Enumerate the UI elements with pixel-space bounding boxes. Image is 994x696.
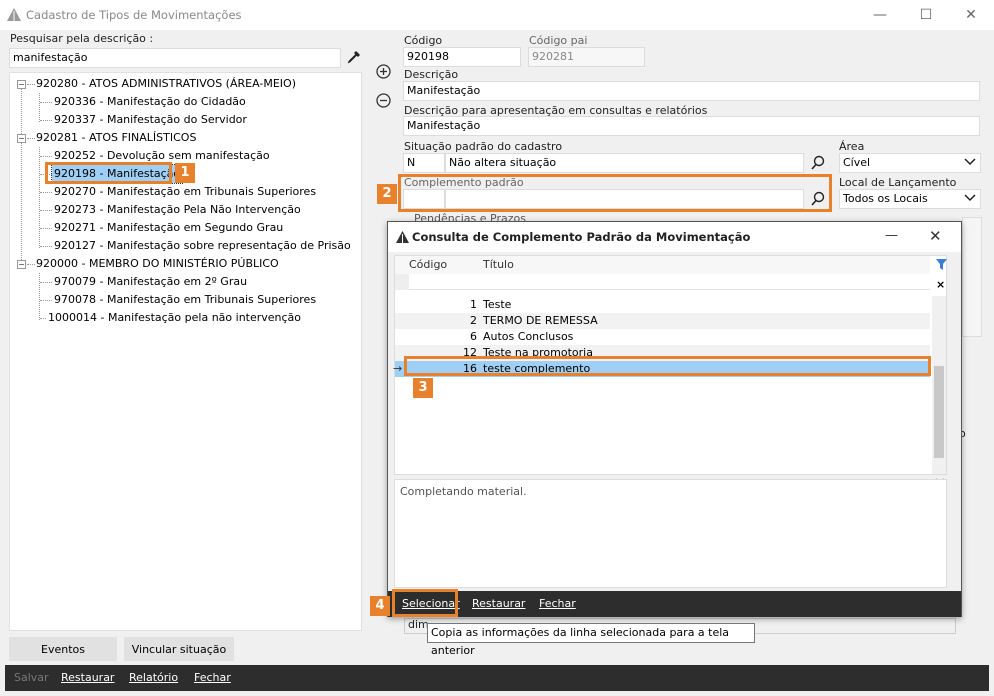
dialog-fechar-button[interactable]: Fechar <box>539 597 576 610</box>
memo-field[interactable]: Completando material. <box>394 479 947 588</box>
dialog-toolbar: Selecionar Restaurar Fechar <box>388 591 961 617</box>
chevron-down-icon <box>964 158 976 166</box>
row-titulo: TERMO DE REMESSA <box>483 314 598 327</box>
tree-node[interactable]: 920271 - Manifestação em Segundo Grau <box>54 219 283 237</box>
tree-node[interactable]: 970078 - Manifestação em Tribunais Super… <box>54 291 316 309</box>
clear-filter-icon[interactable]: × <box>936 278 945 291</box>
highlight-box <box>398 174 832 212</box>
app-logo-icon <box>7 8 21 21</box>
chevron-down-icon <box>964 194 976 202</box>
complemento-dialog: Consulta de Complemento Padrão da Movime… <box>387 221 962 617</box>
situacao-field[interactable]: Não altera situação <box>445 153 804 173</box>
column-header-codigo[interactable]: Código <box>409 258 447 271</box>
step-badge: 2 <box>377 184 397 204</box>
tree-collapse-icon[interactable]: − <box>17 134 26 143</box>
search-label: Pesquisar pela descrição : <box>10 32 154 45</box>
grid-header: Código Título <box>395 256 930 274</box>
codigo-label: Código <box>404 34 443 47</box>
row-titulo: Teste <box>483 298 512 311</box>
column-header-titulo[interactable]: Título <box>483 258 514 271</box>
search-input[interactable]: manifestação <box>9 48 341 68</box>
tree-node[interactable]: 1000014 - Manifestação pela não interven… <box>48 309 301 327</box>
tree-node[interactable]: 920337 - Manifestação do Servidor <box>54 111 247 129</box>
background-panel <box>962 217 982 337</box>
tree-collapse-icon[interactable]: − <box>17 260 26 269</box>
maximize-button[interactable]: ☐ <box>903 0 949 30</box>
dialog-title: Consulta de Complemento Padrão da Movime… <box>412 230 751 244</box>
highlight-box <box>404 356 931 376</box>
tooltip: Copia as informações da linha selecionad… <box>427 623 755 657</box>
dialog-minimize-button[interactable]: — <box>885 228 898 243</box>
tree-node[interactable]: 920336 - Manifestação do Cidadão <box>54 93 246 111</box>
highlight-box <box>392 589 458 617</box>
salvar-button[interactable]: Salvar <box>14 671 49 684</box>
close-button[interactable]: ✕ <box>948 0 994 30</box>
tree-collapse-icon[interactable]: − <box>17 80 26 89</box>
row-codigo: 2 <box>470 314 477 327</box>
tree-node[interactable]: 970079 - Manifestação em 2º Grau <box>54 273 247 291</box>
fechar-button[interactable]: Fechar <box>194 671 231 684</box>
filter-icon[interactable] <box>935 258 948 272</box>
dialog-restaurar-button[interactable]: Restaurar <box>472 597 525 610</box>
step-badge: 1 <box>175 163 195 183</box>
codigo-pai-label: Código pai <box>529 34 588 47</box>
desc-apresentacao-field[interactable]: Manifestação <box>403 116 980 136</box>
current-row-arrow-icon: → <box>393 362 403 375</box>
minimize-button[interactable]: — <box>857 0 903 30</box>
local-select[interactable]: Todos os Locais <box>839 189 981 209</box>
add-icon[interactable] <box>376 64 391 79</box>
tree-node[interactable]: 920270 - Manifestação em Tribunais Super… <box>54 183 316 201</box>
relatorio-button[interactable]: Relatório <box>129 671 178 684</box>
table-row[interactable]: 6 Autos Conclusos <box>395 329 930 345</box>
window-titlebar: Cadastro de Tipos de Movimentações — ☐ ✕ <box>0 0 994 30</box>
codigo-pai-field: 920281 <box>528 47 645 67</box>
remove-icon[interactable] <box>376 93 391 108</box>
row-titulo: Autos Conclusos <box>483 330 574 343</box>
restaurar-button[interactable]: Restaurar <box>61 671 114 684</box>
step-badge: 3 <box>413 378 433 398</box>
table-row[interactable]: 1 Teste <box>395 297 930 313</box>
main-toolbar: Salvar Restaurar Relatório Fechar <box>5 665 989 691</box>
area-label: Área <box>839 140 865 153</box>
window-title: Cadastro de Tipos de Movimentações <box>26 8 242 22</box>
codigo-field[interactable]: 920198 <box>403 47 521 67</box>
vincular-situacao-button[interactable]: Vincular situação <box>124 637 234 661</box>
tree-group-node[interactable]: 920281 - ATOS FINALÍSTICOS <box>36 129 196 147</box>
tree-node[interactable]: 920127 - Manifestação sobre representaçã… <box>54 237 351 255</box>
local-label: Local de Lançamento <box>839 176 957 189</box>
highlight-box <box>45 162 172 184</box>
descricao-label: Descrição <box>404 68 459 81</box>
filter-row-indicator <box>395 274 409 290</box>
row-codigo: 6 <box>470 330 477 343</box>
table-row[interactable]: 2 TERMO DE REMESSA <box>395 313 930 329</box>
eventos-vinculados-button[interactable]: Eventos vinculados <box>9 637 117 680</box>
situacao-code-field[interactable]: N <box>403 153 445 173</box>
app-logo-icon <box>396 231 409 243</box>
area-select[interactable]: Cível <box>839 153 981 173</box>
clear-search-icon[interactable] <box>346 49 362 65</box>
tree-node[interactable]: 920273 - Manifestação Pela Não Intervenç… <box>54 201 301 219</box>
filter-row[interactable] <box>409 274 930 290</box>
situacao-label: Situação padrão do cadastro <box>404 140 563 153</box>
tree-group-node[interactable]: 920000 - MEMBRO DO MINISTÉRIO PÚBLICO <box>36 255 279 273</box>
search-icon[interactable] <box>810 155 826 171</box>
descricao-field[interactable]: Manifestação <box>403 81 980 101</box>
dialog-titlebar: Consulta de Complemento Padrão da Movime… <box>388 222 961 252</box>
movement-types-tree[interactable]: − 920280 - ATOS ADMINISTRATIVOS (ÁREA-ME… <box>9 72 362 631</box>
row-codigo: 1 <box>470 298 477 311</box>
grid-scrollbar[interactable] <box>932 296 946 474</box>
step-badge: 4 <box>370 596 390 616</box>
scrollbar-thumb[interactable] <box>934 366 944 458</box>
dialog-close-button[interactable]: ✕ <box>929 227 942 245</box>
tree-group-node[interactable]: 920280 - ATOS ADMINISTRATIVOS (ÁREA-MEIO… <box>36 75 296 93</box>
